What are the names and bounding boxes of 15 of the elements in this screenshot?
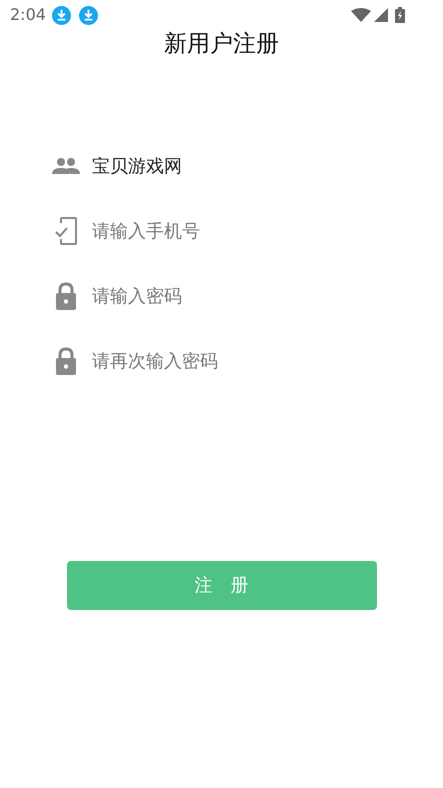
signal-icon	[374, 8, 388, 22]
wifi-icon	[351, 8, 371, 22]
battery-icon	[395, 7, 405, 23]
download-icon	[78, 6, 98, 24]
lock-icon	[55, 282, 77, 310]
input-field[interactable]: 请再次输入密码	[92, 345, 403, 377]
page-title: 新用户注册	[164, 30, 279, 58]
lock-icon	[55, 347, 77, 375]
input-field[interactable]: 请输入手机号	[92, 215, 403, 247]
status-time: 2:04	[10, 4, 46, 26]
people-icon	[52, 158, 80, 174]
download-icon	[52, 6, 71, 24]
input-field[interactable]: 宝贝游戏网	[92, 150, 403, 182]
input-field[interactable]: 请输入密码	[92, 280, 403, 312]
phone-check-icon	[54, 217, 78, 245]
